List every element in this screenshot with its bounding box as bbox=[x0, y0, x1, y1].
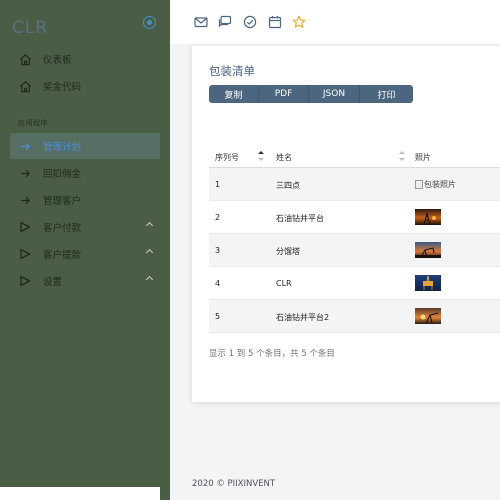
cell-name: CLR bbox=[276, 279, 292, 288]
sidebar-item-settings[interactable]: 设置 bbox=[10, 268, 160, 294]
export-button-group: 复制 PDF JSON 打印 bbox=[209, 85, 413, 103]
cell-name: 分馏塔 bbox=[276, 247, 300, 256]
chevron-up-icon bbox=[145, 275, 154, 284]
page-title: 包装清单 bbox=[209, 64, 255, 78]
mail-icon[interactable] bbox=[194, 15, 208, 29]
sidebar-item-label: 奖金代码 bbox=[43, 82, 82, 93]
play-icon bbox=[18, 274, 32, 288]
sidebar-item-label: 管理客户 bbox=[43, 196, 82, 207]
top-bar bbox=[170, 0, 500, 44]
sidebar-item-manage-customers[interactable]: 管理客户 bbox=[10, 187, 160, 213]
column-header-name[interactable]: 姓名 bbox=[276, 152, 292, 163]
sidebar-item-label: 设置 bbox=[43, 277, 63, 288]
offshore-platform-photo[interactable] bbox=[415, 275, 441, 291]
table-summary: 显示 1 到 5 个条目，共 5 个条目 bbox=[209, 349, 335, 359]
copy-button[interactable]: 复制 bbox=[209, 85, 259, 103]
cell-id: 4 bbox=[215, 279, 221, 288]
sidebar-item-customer-payments[interactable]: 客户付款 bbox=[10, 214, 160, 240]
sidebar-item-label: 客户提款 bbox=[43, 250, 82, 261]
sidebar-item-dashboard[interactable]: 仪表板 bbox=[10, 46, 160, 72]
sidebar-item-label: 仪表板 bbox=[43, 55, 72, 66]
sidebar-item-manage-plans[interactable]: 管理计划 bbox=[10, 133, 160, 159]
footer-copyright: 2020 © PIIXINVENT bbox=[192, 479, 276, 489]
table-row[interactable]: 1 三四点 包装照片 bbox=[209, 168, 500, 201]
chevron-up-icon bbox=[145, 221, 154, 230]
check-circle-icon[interactable] bbox=[243, 15, 257, 29]
table-header: 序列号 姓名 照片 bbox=[209, 144, 500, 168]
play-icon bbox=[18, 220, 32, 234]
table-row[interactable]: 3 分馏塔 bbox=[209, 234, 500, 267]
cell-name: 石油钻井平台2 bbox=[276, 313, 330, 322]
pumpjack-sunset-photo[interactable] bbox=[415, 308, 441, 324]
chat-icon[interactable] bbox=[218, 15, 232, 29]
cell-id: 1 bbox=[215, 180, 221, 189]
packing-list-card: 包装清单 复制 PDF JSON 打印 序列号 姓名 照片 1 三四点 包装照片… bbox=[192, 46, 500, 402]
image-alt-text: 包装照片 bbox=[424, 180, 456, 189]
table-row[interactable]: 4 CLR bbox=[209, 267, 500, 300]
column-header-id[interactable]: 序列号 bbox=[215, 152, 239, 163]
pdf-button[interactable]: PDF bbox=[259, 85, 309, 103]
packing-table: 序列号 姓名 照片 1 三四点 包装照片 2 石油钻井平台 3 分馏塔 4 CL… bbox=[209, 144, 500, 333]
arrow-right-icon bbox=[18, 193, 32, 207]
oil-rig-photo[interactable] bbox=[415, 209, 441, 225]
brand-logo[interactable]: CLR bbox=[12, 18, 48, 38]
home-icon bbox=[18, 52, 32, 66]
chevron-up-icon bbox=[145, 248, 154, 257]
sidebar: CLR 仪表板 奖金代码 应用程序 管理计划 回扣佣金 管理客户 客户付款 客户… bbox=[0, 0, 170, 500]
sidebar-item-label: 管理计划 bbox=[43, 142, 82, 153]
home-icon bbox=[18, 79, 32, 93]
sidebar-item-bonus-code[interactable]: 奖金代码 bbox=[10, 73, 160, 99]
sidebar-item-customer-withdrawals[interactable]: 客户提款 bbox=[10, 241, 160, 267]
cell-name: 三四点 bbox=[276, 181, 300, 190]
sidebar-item-rebate-commission[interactable]: 回扣佣金 bbox=[10, 160, 160, 186]
broken-image-icon: 包装照片 bbox=[415, 179, 456, 190]
sidebar-toggle-icon[interactable] bbox=[143, 16, 156, 29]
play-icon bbox=[18, 247, 32, 261]
arrow-right-icon bbox=[18, 139, 32, 153]
star-icon[interactable] bbox=[292, 15, 306, 29]
sort-asc-icon[interactable] bbox=[258, 151, 264, 161]
cell-id: 3 bbox=[215, 246, 221, 255]
sidebar-item-label: 回扣佣金 bbox=[43, 169, 82, 180]
cell-name: 石油钻井平台 bbox=[276, 214, 324, 223]
cell-id: 2 bbox=[215, 213, 221, 222]
sidebar-item-label: 客户付款 bbox=[43, 223, 82, 234]
sidebar-section-label: 应用程序 bbox=[18, 119, 48, 127]
table-row[interactable]: 5 石油钻井平台2 bbox=[209, 300, 500, 333]
json-button[interactable]: JSON bbox=[309, 85, 360, 103]
table-row[interactable]: 2 石油钻井平台 bbox=[209, 201, 500, 234]
pumpjack-photo[interactable] bbox=[415, 242, 441, 258]
sort-icon[interactable] bbox=[399, 151, 405, 161]
arrow-right-icon bbox=[18, 166, 32, 180]
cell-id: 5 bbox=[215, 312, 221, 321]
print-button[interactable]: 打印 bbox=[360, 85, 413, 103]
calendar-icon[interactable] bbox=[268, 15, 282, 29]
sidebar-footer-strip bbox=[0, 487, 160, 500]
column-header-photo[interactable]: 照片 bbox=[415, 152, 431, 163]
